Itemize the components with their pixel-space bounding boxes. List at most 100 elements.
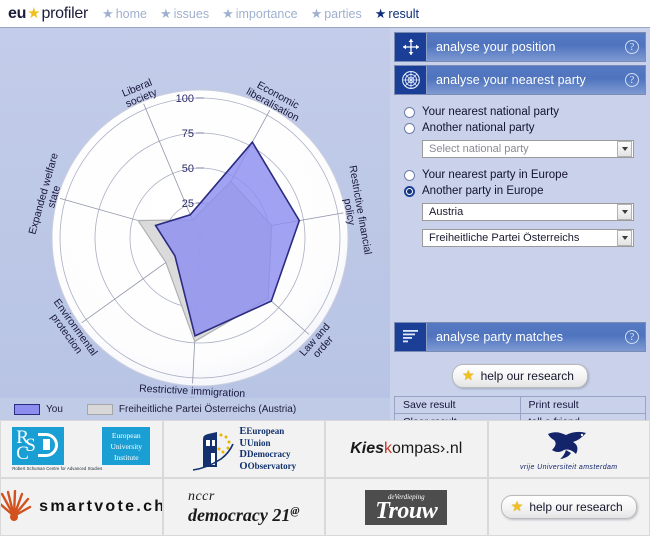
smartvote-logo-text: smartvote.ch (39, 498, 163, 515)
panel-title: analyse your position (427, 33, 619, 61)
radio-label: Your nearest national party (422, 106, 560, 118)
kieskompas-text-pre: Kies (350, 440, 385, 457)
link-print-result[interactable]: Print result (519, 396, 646, 414)
nav-label: importance (235, 6, 298, 21)
footer-row-top: R S C Robert Schuman Centre for Advanced… (0, 420, 650, 478)
radar-chart-panel: 25 50 75 100 Economic liberalisation Restrict… (0, 28, 390, 420)
star-icon: ★ (510, 498, 524, 514)
panel-header-analyse-position[interactable]: analyse your position ? (394, 32, 646, 62)
country-select[interactable]: Austria (422, 203, 634, 221)
eui-logo-box: European University Institute (102, 427, 151, 465)
button-label: help our research (480, 368, 574, 383)
chevron-down-icon[interactable] (617, 230, 632, 246)
radio-row-another-europe[interactable]: Another party in Europe (404, 185, 636, 197)
legend-label-party: Freiheitliche Partei Österreichs (Austri… (118, 403, 297, 415)
site-logo[interactable]: eu ★ profiler (8, 4, 88, 23)
eudo-line-2: Union (247, 437, 271, 448)
radio-button[interactable] (404, 122, 415, 134)
nav-label: result (388, 6, 419, 21)
eui-line-1: European (111, 430, 141, 440)
panel-title: analyse your nearest party (427, 66, 619, 94)
eui-line-2: University (110, 441, 143, 451)
kieskompas-text-mid: k (384, 440, 393, 457)
nccr-line-2: democracy 21 (187, 504, 291, 525)
legend-item-party: Freiheitliche Partei Österreichs (Austri… (86, 403, 297, 415)
link-save-result[interactable]: Save result (394, 396, 521, 414)
help-button[interactable]: ? (619, 66, 645, 94)
nav-item-parties[interactable]: ★ parties (311, 6, 362, 22)
select-value: Austria (429, 206, 464, 218)
logo-cell-smartvote[interactable]: smartvote.ch (0, 478, 163, 536)
national-party-select[interactable]: Select national party (422, 140, 634, 158)
europe-party-select[interactable]: Freiheitliche Partei Österreichs (422, 229, 634, 247)
radio-button[interactable] (404, 106, 415, 118)
radial-tick-label: 75 (182, 128, 194, 140)
logo-cell-kieskompas[interactable]: Kieskompas›.nl (325, 420, 488, 478)
panel-header-analyse-nearest-party[interactable]: analyse your nearest party ? (394, 65, 646, 95)
rscas-letter-c: C (16, 443, 29, 464)
eudo-line-4: Observatory (247, 460, 297, 471)
logo-cell-help-research: ★ help our research (487, 478, 650, 536)
panel-title: analyse party matches (427, 323, 619, 351)
nccr-at-symbol: @ (290, 504, 300, 517)
radio-button[interactable] (404, 169, 415, 181)
party-matches-panel: analyse party matches ? ★ help our resea… (394, 322, 646, 431)
logo-cell-trouw[interactable]: deVerdieping Trouw (325, 478, 488, 536)
partner-logos-footer: R S C Robert Schuman Centre for Advanced… (0, 420, 650, 536)
nav-item-importance[interactable]: ★ importance (222, 6, 298, 22)
nearest-party-form: Your nearest national party Another nati… (394, 98, 646, 253)
vu-griffin-icon (547, 431, 586, 459)
nav-item-result[interactable]: ★ result (375, 6, 419, 22)
trouw-title: Trouw (375, 497, 438, 524)
nav-label: issues (173, 6, 210, 21)
nav-label: home (115, 6, 147, 21)
europe-party-select-wrap: Freiheitliche Partei Österreichs (422, 229, 636, 247)
help-button[interactable]: ? (619, 323, 645, 351)
nccr-line-1: nccr (187, 488, 215, 504)
eui-line-3: Institute (114, 452, 139, 462)
radio-label: Another national party (422, 122, 535, 134)
radar-target-icon (395, 66, 427, 94)
select-value: Select national party (429, 143, 529, 155)
chevron-down-icon[interactable] (617, 141, 632, 157)
nav-label: parties (324, 6, 362, 21)
radio-label: Another party in Europe (422, 185, 544, 197)
eudo-text-block: EEuropean UUnion DDemocracy OObservatory (239, 426, 297, 472)
button-label: help our research (529, 499, 623, 514)
logo-text-profiler: profiler (41, 5, 89, 22)
legend-label-you: You (46, 403, 63, 415)
nav-item-home[interactable]: ★ home (102, 6, 147, 22)
kieskompas-text-post: ompas›.nl (392, 440, 463, 457)
logo-cell-eudo[interactable]: EEuropean UUnion DDemocracy OObservatory (162, 420, 325, 478)
radio-row-nearest-national[interactable]: Your nearest national party (404, 106, 636, 118)
chart-legend: You Freiheitliche Partei Österreichs (Au… (0, 398, 390, 420)
star-icon: ★ (159, 5, 172, 21)
legend-swatch-party (86, 403, 113, 415)
logo-cell-rscas[interactable]: R S C Robert Schuman Centre for Advanced… (0, 420, 163, 478)
help-our-research-button[interactable]: ★ help our research (452, 364, 588, 388)
panel-header-analyse-party-matches[interactable]: analyse party matches ? (394, 322, 646, 352)
star-icon: ★ (374, 5, 387, 21)
analysis-sidebar: analyse your position ? analyse your nea… (390, 28, 650, 431)
radio-row-nearest-europe[interactable]: Your nearest party in Europe (404, 169, 636, 181)
bar-list-icon (395, 323, 427, 351)
smartvote-sunburst-icon (0, 490, 32, 521)
star-icon: ★ (310, 5, 323, 21)
logo-cell-nccr[interactable]: nccr democracy 21@ (162, 478, 325, 536)
radio-row-another-national[interactable]: Another national party (404, 122, 636, 134)
radar-chart: 255075100 EconomicliberalisationRestrict… (26, 77, 373, 409)
star-icon: ★ (222, 5, 234, 21)
chevron-down-icon[interactable] (617, 204, 632, 220)
logo-cell-vu-amsterdam[interactable]: vrije Universiteit amsterdam (487, 420, 650, 478)
table-row: Save result Print result (394, 396, 646, 414)
legend-swatch-you (14, 403, 40, 415)
eudo-line-1: European (246, 426, 285, 436)
radio-button-selected[interactable] (404, 185, 415, 197)
help-button[interactable]: ? (619, 33, 645, 61)
nav-item-issues[interactable]: ★ issues (160, 6, 209, 22)
help-our-research-button-footer[interactable]: ★ help our research (500, 495, 637, 519)
radial-tick-label: 50 (182, 163, 194, 175)
move-arrows-icon (395, 33, 427, 61)
vu-logo-text: vrije Universiteit amsterdam (519, 463, 618, 471)
radial-tick-label: 100 (176, 93, 194, 105)
